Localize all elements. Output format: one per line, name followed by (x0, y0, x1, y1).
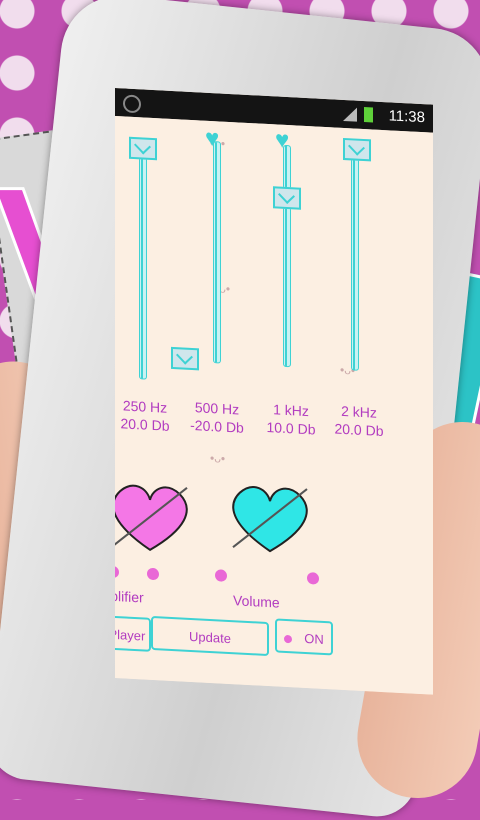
preamplifier-indicator (147, 567, 159, 581)
on-label: ON (304, 630, 324, 647)
band-label-250hz: 250 Hz 20.0 Db (115, 395, 185, 435)
preamplifier-indicator (115, 565, 119, 579)
heart-icon: ♥ (205, 124, 220, 153)
band-gain: 20.0 Db (334, 420, 384, 440)
band-gain: 20.0 Db (120, 415, 170, 434)
preamplifier-label: Preamplifier (115, 585, 144, 606)
envelope-icon[interactable] (129, 136, 157, 161)
clock: 11:38 (388, 107, 425, 127)
envelope-icon[interactable] (273, 186, 301, 210)
kawaii-face-decoration: •ᴗ• (210, 450, 226, 466)
volume-indicator (215, 569, 227, 582)
volume-label: Volume (233, 592, 280, 611)
preamplifier-knob[interactable] (115, 475, 195, 560)
update-button[interactable]: Update (151, 615, 269, 657)
notification-icon (123, 94, 141, 114)
preset-label: Preset: * FairPlayer (115, 623, 146, 644)
equalizer-panel: •ᴗ• •ᴗ• •ᴗ• •ᴗ• ♥ ♥ 250 Hz 20.0 Db 500 H… (115, 116, 433, 695)
battery-icon (364, 107, 373, 123)
eq-slider-250hz[interactable] (139, 147, 147, 380)
envelope-icon[interactable] (171, 346, 199, 371)
eq-slider-2khz[interactable] (351, 148, 359, 371)
eq-slider-1khz[interactable] (283, 144, 291, 368)
eq-slider-500hz[interactable] (213, 141, 221, 364)
teal-heart-icon (232, 486, 308, 553)
signal-icon (343, 106, 357, 122)
band-label-500hz: 500 Hz -20.0 Db (177, 397, 257, 437)
volume-knob[interactable] (225, 477, 315, 562)
pink-heart-icon (115, 484, 188, 552)
volume-indicator (307, 572, 319, 585)
heart-icon: ♥ (275, 126, 290, 155)
update-label: Update (189, 628, 231, 647)
band-gain: -20.0 Db (190, 416, 244, 436)
power-indicator-icon (284, 634, 293, 643)
phone-screen: 11:38 •ᴗ• •ᴗ• •ᴗ• •ᴗ• ♥ ♥ 250 Hz 20.0 Db (115, 88, 433, 695)
on-toggle-button[interactable]: ON (275, 618, 333, 656)
preset-button[interactable]: Preset: * FairPlayer (115, 611, 151, 652)
band-label-2khz: 2 kHz 20.0 Db (319, 401, 399, 441)
envelope-icon[interactable] (343, 137, 371, 162)
